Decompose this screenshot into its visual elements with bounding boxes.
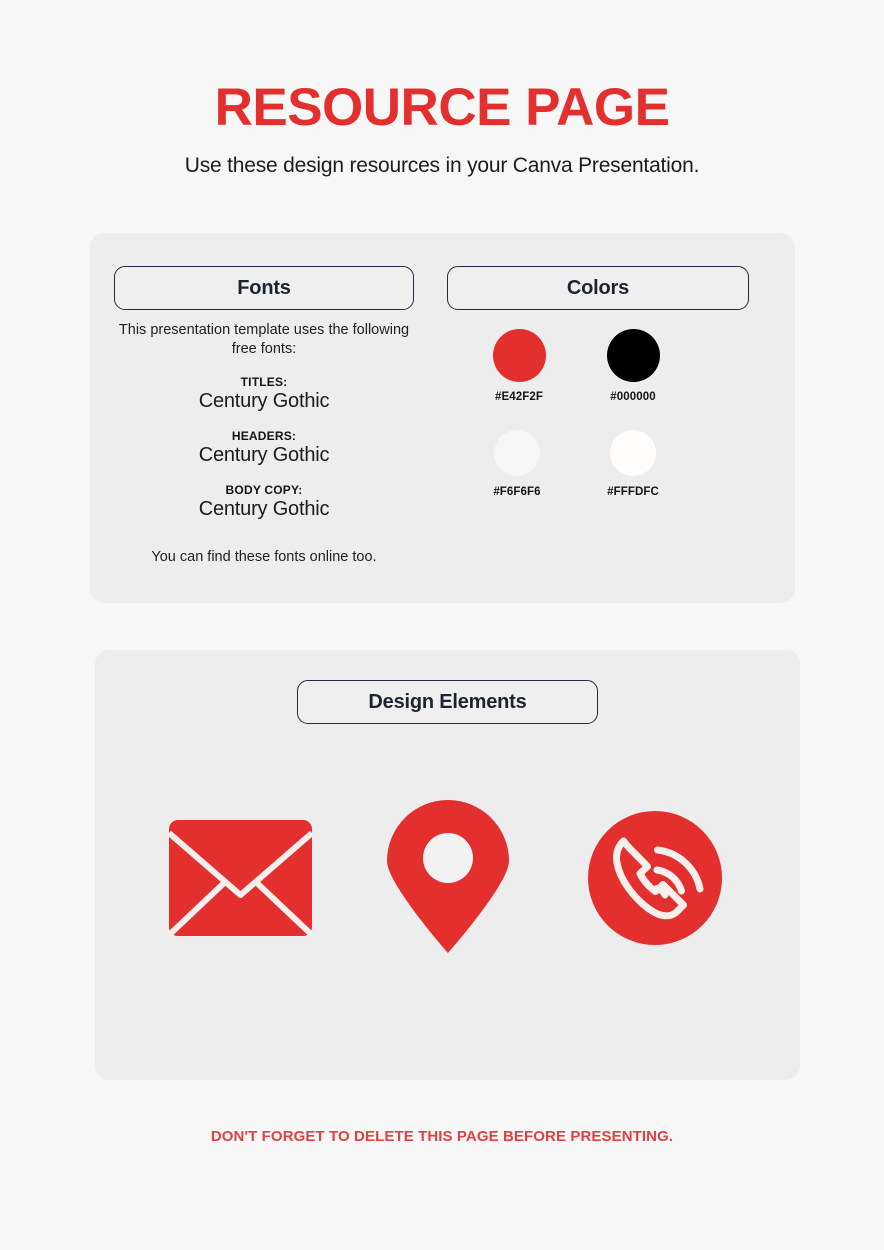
- swatch-dot-black: [606, 329, 660, 382]
- font-group-body-copy: BODY COPY: Century Gothic: [114, 483, 414, 521]
- font-name-value: Century Gothic: [198, 498, 330, 521]
- swatch-hex-label: #000000: [610, 391, 656, 403]
- color-swatch[interactable]: #E42F2F: [491, 329, 547, 403]
- color-swatch[interactable]: #FFFDFC: [605, 430, 661, 498]
- colors-section-label: Colors: [566, 276, 630, 299]
- colors-column: #E42F2F #000000 #F6F6F6 #FFFDFC: [447, 329, 749, 498]
- design-elements-row: [95, 800, 800, 955]
- fonts-intro-text: This presentation template uses the foll…: [118, 322, 410, 358]
- delete-page-warning: DON'T FORGET TO DELETE THIS PAGE BEFORE …: [210, 1128, 674, 1145]
- swatch-dot-light-gray: [494, 430, 540, 476]
- phone-call-icon: [587, 810, 722, 945]
- design-element-item[interactable]: [375, 800, 520, 955]
- font-role-label: TITLES:: [240, 375, 288, 390]
- design-elements-section-header: Design Elements: [297, 680, 598, 724]
- color-swatch[interactable]: #F6F6F6: [489, 430, 545, 498]
- swatch-hex-label: #F6F6F6: [493, 486, 541, 498]
- envelope-icon: [168, 819, 313, 937]
- fonts-column: This presentation template uses the foll…: [114, 321, 414, 565]
- page-subtitle: Use these design resources in your Canva…: [184, 153, 700, 177]
- fonts-section-header: Fonts: [114, 266, 414, 310]
- font-role-label: HEADERS:: [231, 429, 297, 444]
- design-elements-card: Design Elements: [95, 650, 800, 1080]
- swatch-hex-label: #FFFDFC: [607, 486, 659, 498]
- font-group-headers: HEADERS: Century Gothic: [114, 429, 414, 467]
- swatch-hex-label: #E42F2F: [494, 391, 543, 403]
- font-role-label: BODY COPY:: [225, 483, 303, 498]
- swatch-dot-off-white: [610, 430, 656, 476]
- fonts-section-label: Fonts: [237, 276, 291, 299]
- design-element-item[interactable]: [168, 800, 313, 955]
- page-title: RESOURCE PAGE: [214, 78, 670, 137]
- swatch-dot-red: [492, 329, 546, 382]
- swatch-row: #E42F2F #000000: [447, 329, 749, 403]
- resources-card: Fonts This presentation template uses th…: [90, 233, 795, 603]
- fonts-footnote: You can find these fonts online too.: [151, 549, 377, 566]
- font-name-value: Century Gothic: [198, 444, 330, 467]
- color-swatch[interactable]: #000000: [605, 329, 661, 403]
- colors-section-header: Colors: [447, 266, 749, 310]
- design-elements-section-label: Design Elements: [368, 690, 527, 713]
- font-name-value: Century Gothic: [198, 390, 330, 413]
- page-header: RESOURCE PAGE Use these design resources…: [0, 0, 884, 178]
- location-pin-icon: [386, 800, 509, 953]
- design-element-item[interactable]: [582, 800, 727, 955]
- swatch-row: #F6F6F6 #FFFDFC: [447, 430, 749, 498]
- font-group-titles: TITLES: Century Gothic: [114, 375, 414, 413]
